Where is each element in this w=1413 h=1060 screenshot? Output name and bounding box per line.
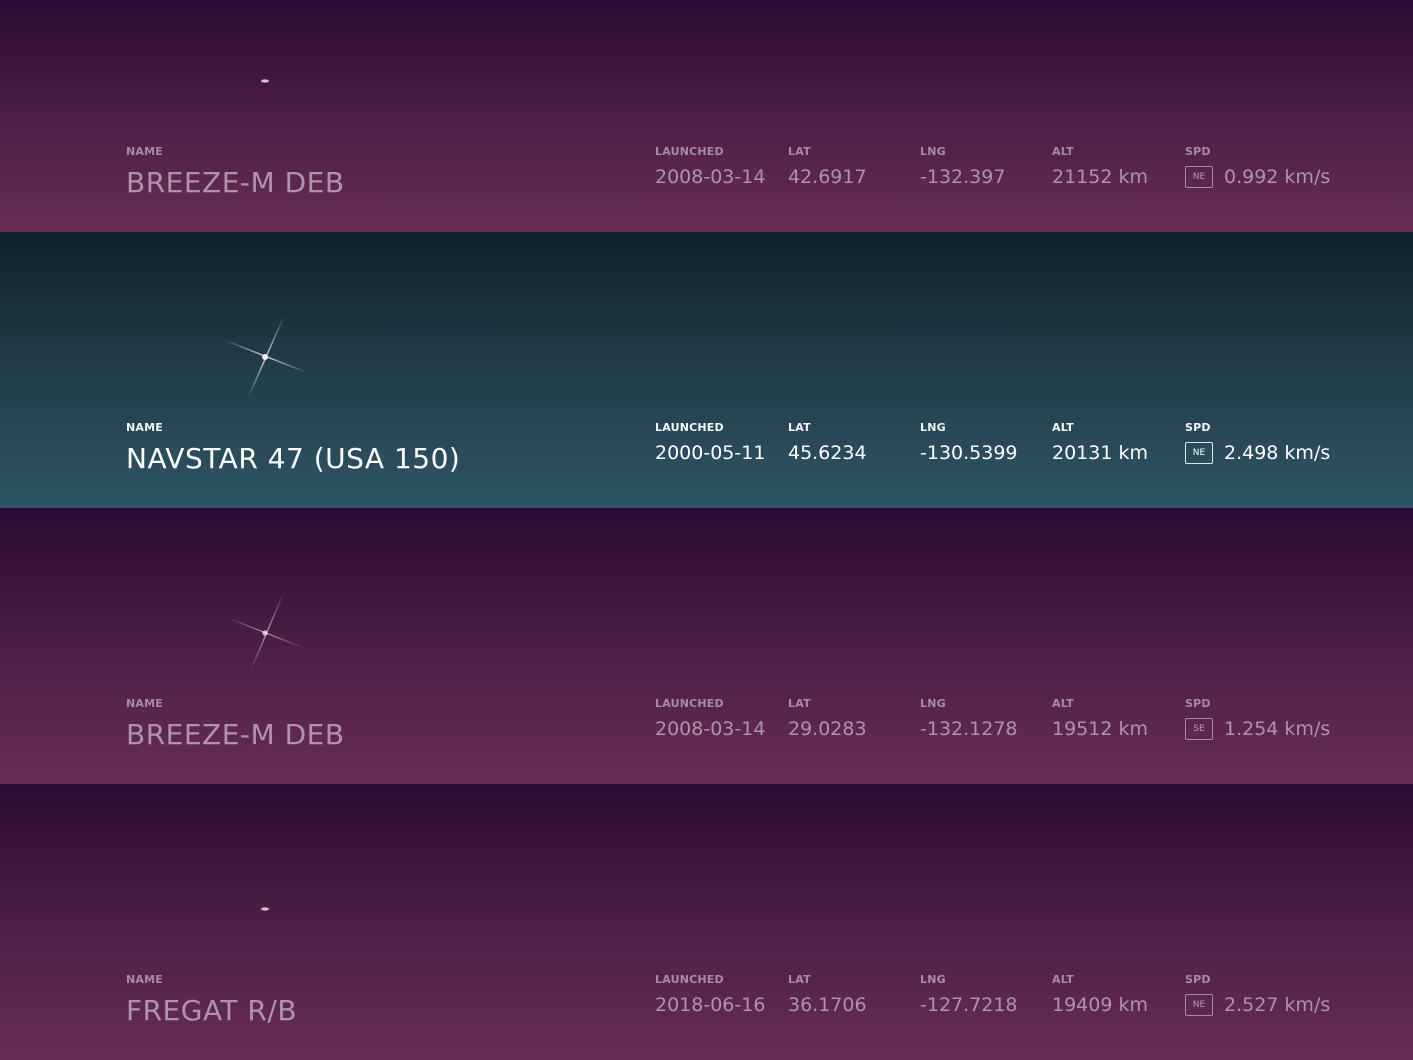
- satellite-name: NAVSTAR 47 (USA 150): [126, 442, 461, 475]
- lng-label: LNG: [920, 145, 946, 158]
- speed-value: 1.254 km/s: [1224, 718, 1331, 740]
- lng-value: -127.7218: [920, 994, 1018, 1016]
- lat-label: LAT: [788, 973, 811, 986]
- spd-label: SPD: [1185, 973, 1211, 986]
- lng-value: -132.1278: [920, 718, 1018, 740]
- launched-value: 2000-05-11: [655, 442, 766, 464]
- alt-label: ALT: [1052, 973, 1074, 986]
- launched-value: 2008-03-14: [655, 718, 766, 740]
- launched-label: LAUNCHED: [655, 145, 724, 158]
- satellite-trail-icon: [10, 907, 269, 911]
- satellite-name: FREGAT R/B: [126, 994, 298, 1027]
- lat-label: LAT: [788, 421, 811, 434]
- satellite-row[interactable]: NAME BREEZE-M DEB LAUNCHED 2008-03-14 LA…: [0, 508, 1413, 784]
- lng-label: LNG: [920, 697, 946, 710]
- launched-label: LAUNCHED: [655, 697, 724, 710]
- satellite-row[interactable]: NAME BREEZE-M DEB LAUNCHED 2008-03-14 LA…: [0, 0, 1413, 232]
- speed-value: 2.498 km/s: [1224, 442, 1331, 464]
- alt-value: 20131 km: [1052, 442, 1148, 464]
- alt-value: 19512 km: [1052, 718, 1148, 740]
- satellite-trail-icon: [150, 79, 269, 83]
- satellite-name: BREEZE-M DEB: [126, 718, 345, 751]
- alt-value: 21152 km: [1052, 166, 1148, 188]
- launched-label: LAUNCHED: [655, 973, 724, 986]
- direction-badge: NE: [1185, 166, 1213, 188]
- speed-value: 2.527 km/s: [1224, 994, 1331, 1016]
- lng-value: -132.397: [920, 166, 1006, 188]
- spd-label: SPD: [1185, 421, 1211, 434]
- alt-label: ALT: [1052, 421, 1074, 434]
- lng-value: -130.5399: [920, 442, 1018, 464]
- alt-value: 19409 km: [1052, 994, 1148, 1016]
- lat-value: 29.0283: [788, 718, 867, 740]
- satellite-list: NAME BREEZE-M DEB LAUNCHED 2008-03-14 LA…: [0, 0, 1413, 1060]
- name-label: NAME: [126, 973, 163, 986]
- direction-badge: NE: [1185, 442, 1213, 464]
- satellite-row[interactable]: NAME FREGAT R/B LAUNCHED 2018-06-16 LAT …: [0, 784, 1413, 1060]
- lng-label: LNG: [920, 973, 946, 986]
- name-label: NAME: [126, 421, 163, 434]
- satellite-row[interactable]: NAME NAVSTAR 47 (USA 150) LAUNCHED 2000-…: [0, 232, 1413, 508]
- speed-value: 0.992 km/s: [1224, 166, 1331, 188]
- lat-label: LAT: [788, 145, 811, 158]
- name-label: NAME: [126, 145, 163, 158]
- launched-value: 2018-06-16: [655, 994, 766, 1016]
- alt-label: ALT: [1052, 145, 1074, 158]
- satellite-name: BREEZE-M DEB: [126, 166, 345, 199]
- lng-label: LNG: [920, 421, 946, 434]
- launched-value: 2008-03-14: [655, 166, 766, 188]
- direction-badge: NE: [1185, 994, 1213, 1016]
- lat-value: 36.1706: [788, 994, 867, 1016]
- direction-badge: SE: [1185, 718, 1213, 740]
- satellite-flare-icon: [130, 591, 305, 673]
- name-label: NAME: [126, 697, 163, 710]
- launched-label: LAUNCHED: [655, 421, 724, 434]
- lat-value: 45.6234: [788, 442, 867, 464]
- spd-label: SPD: [1185, 145, 1211, 158]
- spd-label: SPD: [1185, 697, 1211, 710]
- lat-value: 42.6917: [788, 166, 867, 188]
- alt-label: ALT: [1052, 697, 1074, 710]
- lat-label: LAT: [788, 697, 811, 710]
- satellite-flare-icon: [10, 315, 309, 399]
